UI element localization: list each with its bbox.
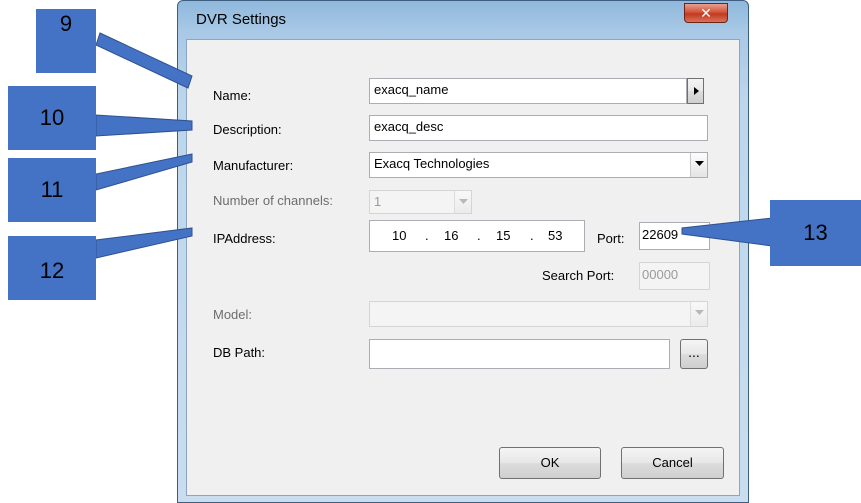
callout-10: 10 [8, 86, 96, 150]
callout-13-arrow [681, 217, 773, 247]
callout-9: 9 [36, 9, 96, 73]
callout-11: 11 [8, 158, 96, 222]
callout-13: 13 [770, 200, 861, 266]
callout-arrows [95, 32, 773, 259]
callout-9-arrow [95, 32, 193, 89]
callout-12-arrow [95, 227, 193, 259]
callout-10-arrow [95, 114, 193, 137]
callout-11-arrow [95, 153, 193, 191]
callout-12: 12 [8, 236, 96, 300]
